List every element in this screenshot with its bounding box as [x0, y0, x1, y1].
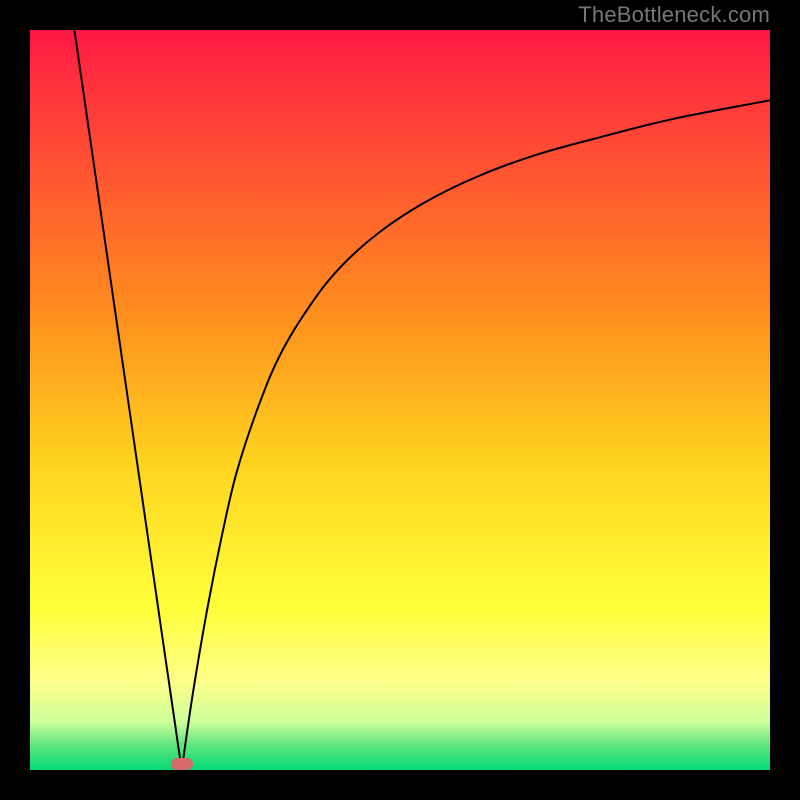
chart-background	[30, 30, 770, 770]
plot-area	[30, 30, 770, 770]
optimum-marker	[171, 758, 193, 770]
watermark-text: TheBottleneck.com	[578, 0, 770, 30]
chart-svg	[30, 30, 770, 770]
chart-frame: TheBottleneck.com	[0, 0, 800, 800]
